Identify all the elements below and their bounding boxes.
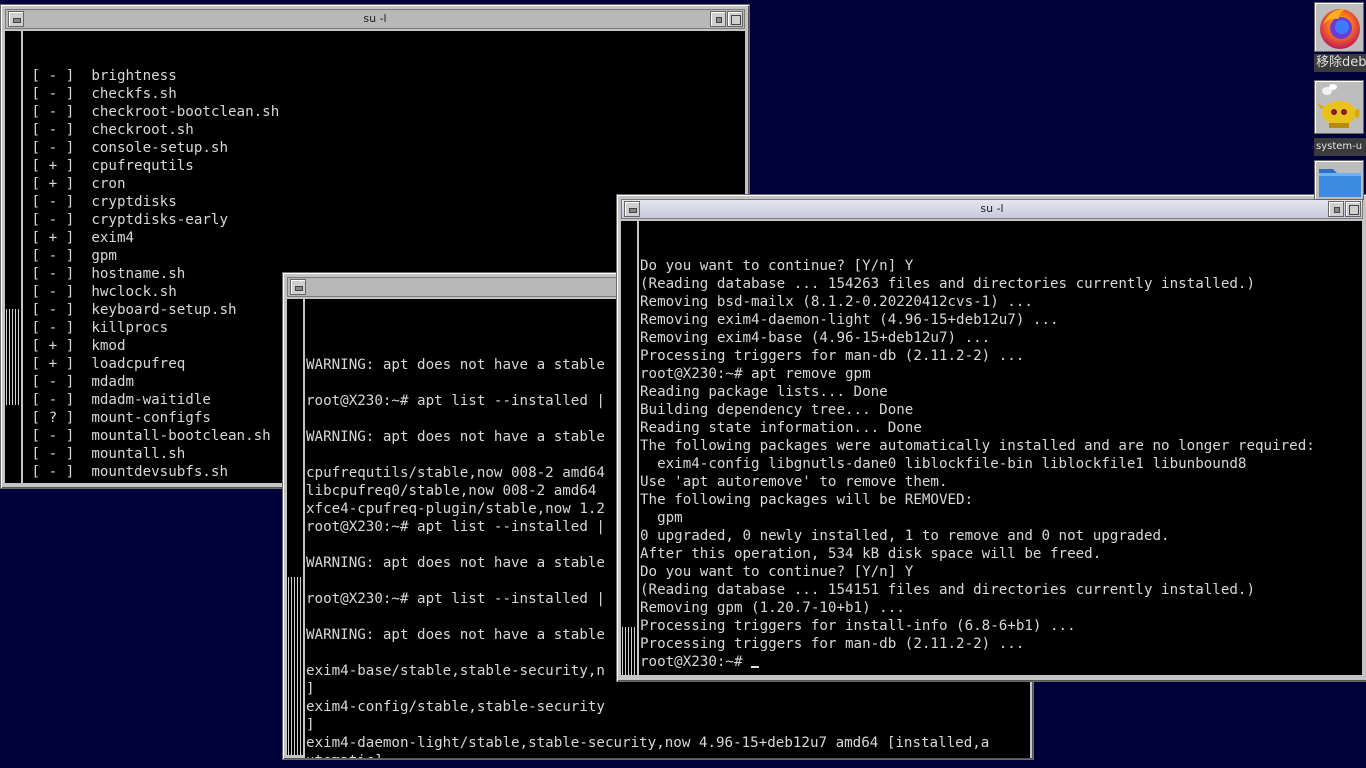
terminal-line: [ + ] cron <box>23 176 126 192</box>
terminal-line: The following packages will be REMOVED: <box>640 492 974 508</box>
dock-launcher-folder[interactable] <box>1314 160 1364 200</box>
terminal-line: After this operation, 534 kB disk space … <box>640 546 1102 562</box>
maximize-button[interactable] <box>727 11 743 27</box>
terminal-line: ] <box>306 717 315 733</box>
maximize-button[interactable] <box>1345 201 1361 217</box>
terminal-output[interactable]: Do you want to continue? [Y/n] Y (Reading… <box>639 221 1362 675</box>
firefox-icon <box>1320 9 1360 49</box>
scrollbar-thumb[interactable] <box>622 627 636 675</box>
scrollbar-thumb[interactable] <box>6 309 20 405</box>
dock-launcher-firefox[interactable] <box>1314 2 1364 52</box>
terminal-line: Removing bsd-mailx (8.1.2-0.20220412cvs-… <box>640 294 1033 310</box>
terminal-line: [ - ] brightness <box>23 68 177 84</box>
terminal-line: (Reading database ... 154151 files and d… <box>640 582 1255 598</box>
dock-launcher-system-u[interactable] <box>1314 80 1364 134</box>
terminal-line: exim4-config/stable,stable-security <box>306 699 605 715</box>
terminal-line: ] <box>306 681 315 697</box>
terminal-line: [ + ] cpufrequtils <box>23 158 194 174</box>
window-title: su -l <box>980 202 1004 215</box>
terminal-line: Removing exim4-daemon-light (4.96-15+deb… <box>640 312 1059 328</box>
terminal-line: exim4-daemon-light/stable,stable-securit… <box>306 735 990 751</box>
terminal-window-apt-remove[interactable]: su -l Do you want to continue? [Y/n] Y (R… <box>616 194 1366 682</box>
scrollbar[interactable] <box>287 299 303 755</box>
minimize-button[interactable] <box>710 11 726 27</box>
terminal-line: utomatic] <box>306 752 1030 758</box>
terminal-line: Processing triggers for man-db (2.11.2-2… <box>640 636 1025 652</box>
titlebar[interactable]: su -l <box>621 199 1363 219</box>
dock-label: 移除deb <box>1314 54 1366 72</box>
terminal-line: Building dependency tree... Done <box>640 402 914 418</box>
terminal-line: The following packages were automaticall… <box>640 438 1315 454</box>
terminal-line: Reading state information... Done <box>640 420 922 436</box>
titlebar[interactable]: su -l <box>5 9 745 29</box>
window-menu-button[interactable] <box>624 201 640 217</box>
terminal-line: Processing triggers for man-db (2.11.2-2… <box>640 348 1025 364</box>
terminal-line: Use 'apt autoremove' to remove them. <box>640 474 948 490</box>
terminal-line: Removing gpm (1.20.7-10+b1) ... <box>640 600 905 616</box>
text-cursor <box>751 666 760 668</box>
terminal-line: Do you want to continue? [Y/n] Y <box>640 564 914 580</box>
terminal-line: Do you want to continue? [Y/n] Y <box>640 258 914 274</box>
terminal-line: gpm <box>640 510 683 526</box>
scrollbar-thumb[interactable] <box>288 577 302 755</box>
terminal-line: root@X230:~# <box>640 653 1362 671</box>
genie-lamp-icon <box>1317 84 1360 128</box>
terminal-line: [ - ] checkroot-bootclean.sh <box>23 104 280 120</box>
terminal-line: (Reading database ... 154263 files and d… <box>640 276 1255 292</box>
window-title: su -l <box>363 12 387 25</box>
terminal-line: Reading package lists... Done <box>640 384 888 400</box>
terminal-line: Processing triggers for install-info (6.… <box>640 618 1076 634</box>
scrollbar[interactable] <box>621 221 637 675</box>
terminal-line: [ - ] checkroot.sh <box>23 122 194 138</box>
window-menu-button[interactable] <box>290 279 306 295</box>
window-menu-button[interactable] <box>8 11 24 27</box>
terminal-line: Removing exim4-base (4.96-15+deb12u7) ..… <box>640 330 991 346</box>
terminal-line: 0 upgraded, 0 newly installed, 1 to remo… <box>640 528 1170 544</box>
terminal-line: root@X230:~# apt remove gpm <box>640 366 871 382</box>
terminal-line: exim4-config libgnutls-dane0 liblockfile… <box>640 456 1247 472</box>
folder-icon <box>1319 169 1361 197</box>
terminal-line: [ - ] checkfs.sh <box>23 86 177 102</box>
terminal-line: [ - ] console-setup.sh <box>23 140 228 156</box>
scrollbar[interactable] <box>5 31 21 483</box>
dock-label: system-u <box>1314 138 1366 156</box>
minimize-button[interactable] <box>1328 201 1344 217</box>
